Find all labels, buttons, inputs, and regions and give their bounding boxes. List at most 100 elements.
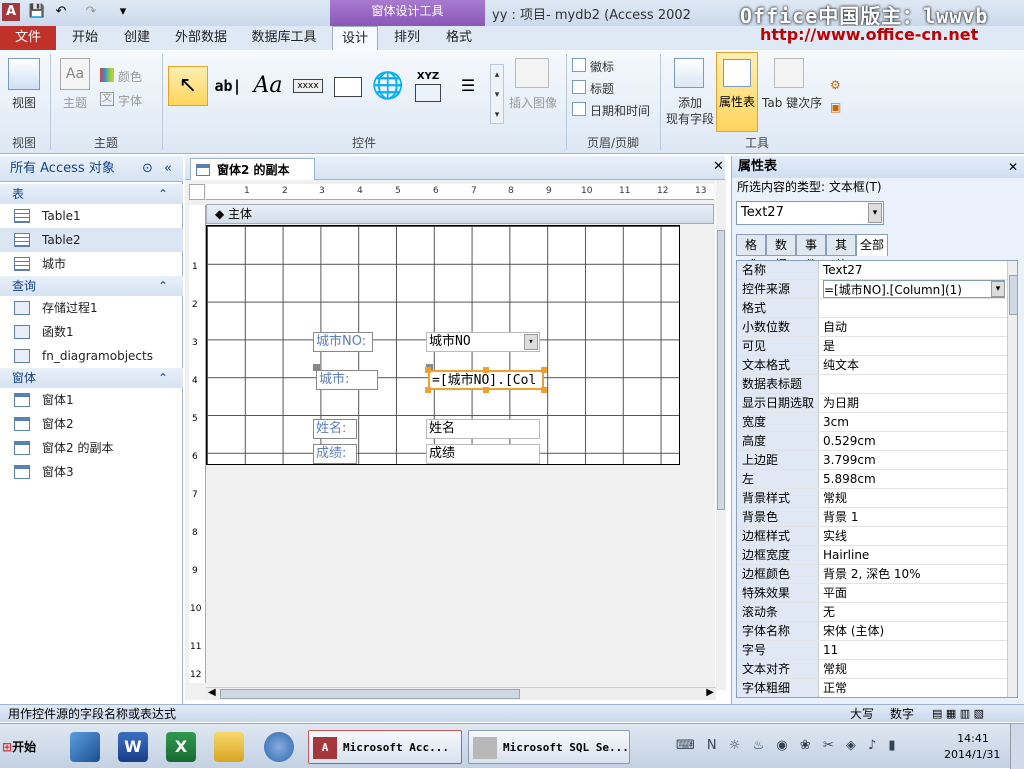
scroll-thumb[interactable] [220, 689, 520, 699]
resize-handle[interactable] [425, 367, 431, 373]
show-desktop-button[interactable] [1010, 724, 1024, 769]
prop-value[interactable]: 常规 [823, 660, 1005, 678]
prop-row[interactable]: 背景样式 常规 [737, 489, 1007, 508]
access-app-icon[interactable]: A [2, 3, 20, 21]
hyperlink-control-icon[interactable]: 🌐 [370, 66, 406, 104]
convert-macros-icon[interactable]: ⚙ [830, 78, 844, 92]
prop-row[interactable]: 边框宽度 Hairline [737, 546, 1007, 565]
prop-value[interactable]: 背景 1 [823, 508, 1005, 526]
nav-item-fn-diagramobjects[interactable]: fn_diagramobjects [0, 344, 183, 368]
logo-button[interactable]: 徽标 [590, 58, 614, 75]
insert-image-button[interactable]: 插入图像 [509, 94, 557, 111]
view-icon[interactable] [8, 58, 40, 90]
view-switcher-icons[interactable]: ▤ ▦ ▥ ▧ [932, 705, 984, 723]
clock-date[interactable]: 2014/1/31 [944, 748, 1000, 761]
tab-order-button[interactable]: Tab 键次序 [762, 94, 822, 111]
scroll-thumb[interactable] [717, 230, 725, 510]
prop-value[interactable]: 背景 2, 深色 10% [823, 565, 1005, 583]
resize-handle[interactable] [483, 387, 489, 393]
logo-icon[interactable] [572, 58, 586, 72]
taskbar-app-access[interactable]: A Microsoft Acc... [308, 730, 462, 764]
theme-icon[interactable]: Aa [60, 58, 90, 90]
prop-row[interactable]: 字号 11 [737, 641, 1007, 660]
system-tray-icons[interactable]: ⌨ N ☼ ♨ ◉ ❀ ✂ ◈ ♪ ▮ [676, 738, 936, 756]
resize-handle[interactable] [425, 387, 431, 393]
pinned-app-icon[interactable] [70, 732, 100, 762]
colors-icon[interactable] [100, 68, 114, 82]
combobox-city-no[interactable]: 城市NO ▾ [426, 332, 540, 352]
clock-time[interactable]: 14:41 [948, 732, 998, 745]
page-break-control-icon[interactable]: ☰ [450, 66, 486, 104]
button-control-icon[interactable]: xxxx [290, 66, 326, 104]
prop-row[interactable]: 字体粗细 正常 [737, 679, 1007, 697]
prop-value[interactable]: 3.799cm [823, 451, 1005, 469]
prop-row[interactable]: 数据表标题 [737, 375, 1007, 394]
prop-row[interactable]: 上边距 3.799cm [737, 451, 1007, 470]
section-collapse-icon[interactable]: ⌃ [158, 368, 168, 388]
undo-icon[interactable]: ↶ [52, 3, 70, 21]
prop-value[interactable]: 无 [823, 603, 1005, 621]
excel-icon[interactable]: X [166, 732, 196, 762]
textbox-control-icon[interactable]: ab| [210, 66, 246, 104]
add-fields-label-2[interactable]: 现有字段 [666, 110, 714, 127]
dropdown-arrow-icon[interactable]: ▾ [524, 334, 538, 350]
tab-control-icon[interactable] [330, 66, 366, 104]
scroll-thumb[interactable] [1009, 275, 1017, 315]
prop-row[interactable]: 边框颜色 背景 2, 深色 10% [737, 565, 1007, 584]
prop-value[interactable] [823, 375, 1005, 393]
prop-value[interactable]: 是 [823, 337, 1005, 355]
fonts-icon[interactable]: 文 [100, 92, 114, 106]
prop-value[interactable]: 3cm [823, 413, 1005, 431]
add-existing-fields-icon[interactable] [674, 58, 704, 88]
nav-item-form2[interactable]: 窗体2 [0, 412, 183, 436]
tab-file[interactable]: 文件 [0, 26, 56, 50]
form-selector[interactable] [189, 184, 205, 200]
prop-value[interactable]: 自动 [823, 318, 1005, 336]
label-city-no[interactable]: 城市NO: [313, 332, 373, 352]
tab-database-tools[interactable]: 数据库工具 [244, 26, 324, 50]
prop-row[interactable]: 控件来源 =[城市NO].[Column](1) ▾ [737, 280, 1007, 299]
qat-customize-icon[interactable]: ▾ [114, 3, 132, 21]
fonts-button[interactable]: 字体 [118, 92, 142, 109]
insert-image-icon[interactable] [515, 58, 549, 88]
label-score[interactable]: 成绩: [313, 444, 357, 464]
prop-row[interactable]: 格式 [737, 299, 1007, 318]
prop-row[interactable]: 字体名称 宋体 (主体) [737, 622, 1007, 641]
nav-menu-icon[interactable]: ⊙ [142, 156, 153, 182]
close-pane-icon[interactable]: ✕ [1008, 156, 1018, 178]
prop-tab-format[interactable]: 格式 [736, 234, 766, 272]
section-collapse-icon[interactable]: ⌃ [158, 184, 168, 204]
prop-row[interactable]: 背景色 背景 1 [737, 508, 1007, 527]
nav-pane-header[interactable]: 所有 Access 对象 ⊙ « [0, 156, 183, 182]
collapse-pane-icon[interactable]: « [164, 156, 172, 182]
textbox-name[interactable]: 姓名 [426, 419, 540, 439]
control-selector-dropdown[interactable]: Text27 ▾ [736, 201, 884, 225]
nav-item-form2-copy[interactable]: 窗体2 的副本 [0, 436, 183, 460]
redo-icon[interactable]: ↷ [82, 3, 100, 21]
tab-design[interactable]: 设计 [332, 26, 378, 50]
scroll-left-icon[interactable]: ◀ [208, 687, 216, 698]
tab-arrange[interactable]: 排列 [384, 26, 430, 50]
label-name[interactable]: 姓名: [313, 419, 357, 439]
tab-external-data[interactable]: 外部数据 [168, 26, 234, 50]
nav-item-table1[interactable]: Table1 [0, 204, 183, 228]
prop-value[interactable]: 纯文本 [823, 356, 1005, 374]
option-group-control-icon[interactable]: XYZ [410, 66, 446, 104]
prop-row[interactable]: 宽度 3cm [737, 413, 1007, 432]
prop-row[interactable]: 小数位数 自动 [737, 318, 1007, 337]
prop-row[interactable]: 滚动条无 [737, 603, 1007, 622]
prop-value[interactable]: 宋体 (主体) [823, 622, 1005, 640]
prop-value[interactable]: 正常 [823, 679, 1005, 697]
prop-row[interactable]: 名称 Text27 [737, 261, 1007, 280]
nav-item-city[interactable]: 城市 [0, 252, 183, 276]
document-tab[interactable]: 窗体2 的副本 [190, 158, 315, 180]
title-button[interactable]: 标题 [590, 80, 614, 97]
prop-value[interactable]: 平面 [823, 584, 1005, 602]
prop-row[interactable]: 特殊效果 平面 [737, 584, 1007, 603]
theme-button[interactable]: 主题 [63, 94, 87, 111]
prop-row[interactable]: 左 5.898cm [737, 470, 1007, 489]
textbox-score[interactable]: 成绩 [426, 444, 540, 464]
prop-value[interactable]: Text27 [823, 261, 1005, 279]
nav-item-table2[interactable]: Table2 [0, 228, 183, 252]
scroll-right-icon[interactable]: ▶ [706, 687, 714, 698]
